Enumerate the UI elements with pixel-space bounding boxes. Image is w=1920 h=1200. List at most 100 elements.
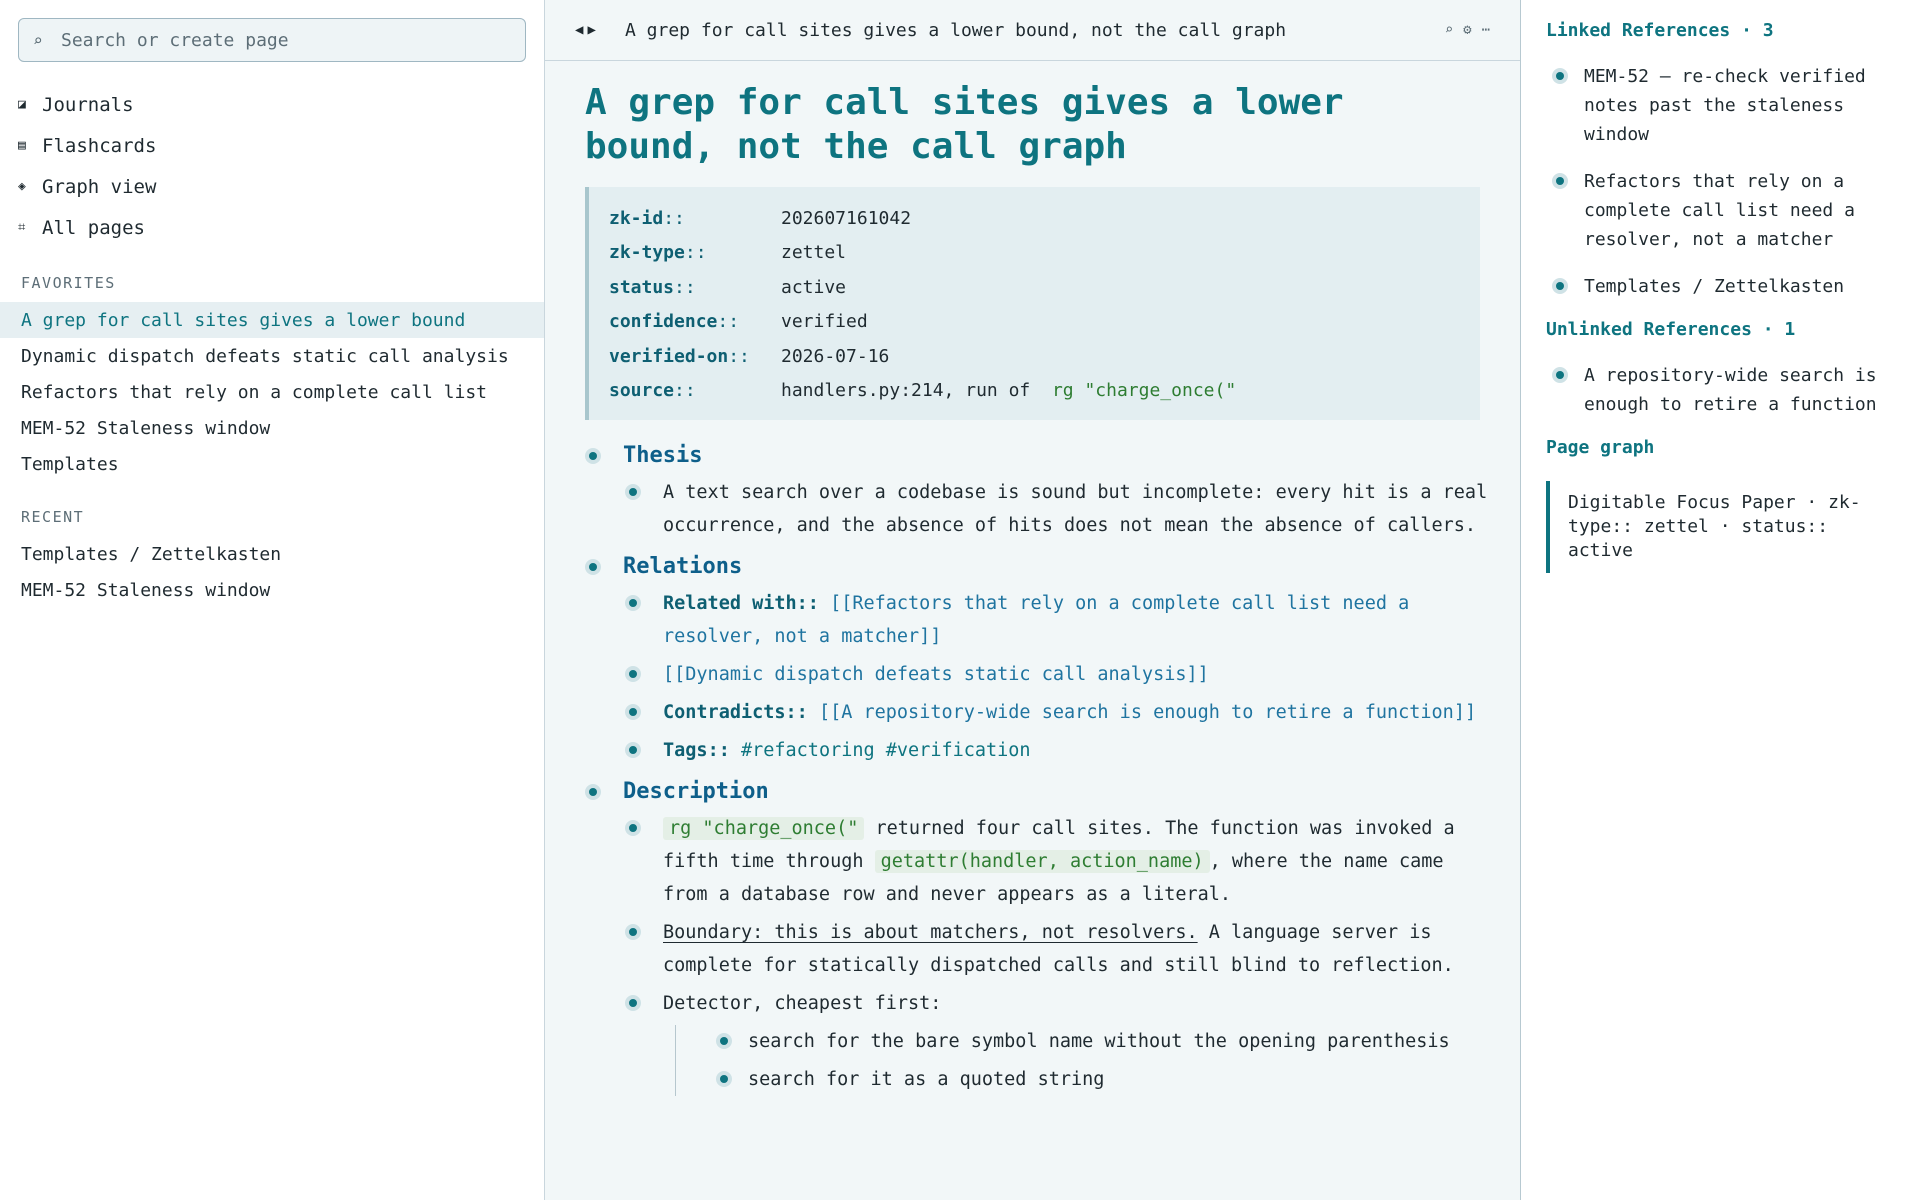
- bullet-icon[interactable]: [716, 1071, 732, 1087]
- property-value: active: [781, 276, 847, 298]
- page-title[interactable]: A grep for call sites gives a lower boun…: [585, 81, 1480, 169]
- sidebar-item-graph-view[interactable]: ◈ Graph view: [0, 166, 544, 207]
- heading-block-thesis[interactable]: Thesis: [585, 436, 1490, 476]
- bullet-icon[interactable]: [1552, 367, 1568, 383]
- recent-item[interactable]: MEM-52 Staleness window: [0, 572, 544, 608]
- bullet-icon[interactable]: [585, 784, 601, 800]
- heading-block-relations[interactable]: Relations: [585, 547, 1490, 587]
- bullet-icon[interactable]: [585, 559, 601, 575]
- property-key: Contradicts::: [663, 702, 808, 723]
- favorite-item[interactable]: Dynamic dispatch defeats static call ana…: [0, 338, 544, 374]
- tag-links[interactable]: #refactoring #verification: [741, 740, 1031, 761]
- sidebar-item-label: Graph view: [42, 175, 157, 198]
- bullet-icon[interactable]: [625, 924, 641, 940]
- inline-code: getattr(handler, action_name): [874, 850, 1210, 873]
- reference-item[interactable]: MEM-52 — re-check verified notes past th…: [1546, 62, 1884, 149]
- properties-block[interactable]: zk-id:: 202607161042 zk-type:: zettel st…: [585, 187, 1480, 420]
- bullet-icon[interactable]: [625, 742, 641, 758]
- page-graph-text: Digitable Focus Paper · zk-type:: zettel…: [1568, 492, 1861, 561]
- sidebar-item-label: All pages: [42, 216, 145, 239]
- property-value: handlers.py:214, run of rg "charge_once(…: [781, 380, 1237, 402]
- page-link[interactable]: [[Dynamic dispatch defeats static call a…: [663, 664, 1209, 685]
- bullet-icon[interactable]: [625, 995, 641, 1011]
- search-icon[interactable]: ⌕: [1445, 22, 1453, 38]
- list-item[interactable]: Boundary: this is about matchers, not re…: [625, 916, 1490, 982]
- property-value: verified: [781, 311, 868, 333]
- bullet-icon[interactable]: [716, 1033, 732, 1049]
- reference-text: Refactors that rely on a complete call l…: [1584, 171, 1855, 250]
- heading-text: Thesis: [623, 443, 703, 468]
- favorite-item[interactable]: A grep for call sites gives a lower boun…: [0, 302, 544, 338]
- favorite-item[interactable]: MEM-52 Staleness window: [0, 410, 544, 446]
- property-row: zk-id:: 202607161042: [609, 201, 1480, 236]
- settings-gear-icon[interactable]: ⚙: [1463, 22, 1471, 38]
- bullet-icon[interactable]: [1552, 173, 1568, 189]
- reference-item[interactable]: Templates / Zettelkasten: [1546, 272, 1884, 301]
- sidebar-item-flashcards[interactable]: ▤ Flashcards: [0, 125, 544, 166]
- unlinked-references-heading[interactable]: Unlinked References · 1: [1546, 319, 1920, 343]
- recent-list: Templates / Zettelkasten MEM-52 Stalenes…: [0, 536, 544, 608]
- journal-icon: ◪: [18, 97, 26, 112]
- list-item[interactable]: search for the bare symbol name without …: [676, 1025, 1490, 1058]
- bullet-icon[interactable]: [625, 820, 641, 836]
- bullet-icon[interactable]: [625, 704, 641, 720]
- block-text: Detector, cheapest first:: [663, 993, 942, 1014]
- heading-block-description[interactable]: Description: [585, 772, 1490, 812]
- right-sidebar: Linked References · 3 MEM-52 — re-check …: [1521, 0, 1920, 1200]
- block-text: A text search over a codebase is sound b…: [663, 482, 1488, 536]
- property-key: status::: [609, 276, 696, 298]
- bullet-icon[interactable]: [625, 595, 641, 611]
- linked-references-heading[interactable]: Linked References · 3: [1546, 20, 1920, 44]
- list-item[interactable]: search for it as a quoted string: [676, 1063, 1490, 1096]
- flashcards-icon: ▤: [18, 138, 26, 153]
- page-link[interactable]: [[A repository-wide search is enough to …: [819, 702, 1476, 723]
- inline-code: rg "charge_once(": [663, 817, 865, 840]
- list-item[interactable]: rg "charge_once(" returned four call sit…: [625, 812, 1490, 911]
- property-row: status:: active: [609, 270, 1480, 305]
- list-item[interactable]: Related with:: [[Refactors that rely on …: [625, 587, 1490, 653]
- heading-text: Description: [623, 779, 769, 804]
- sidebar-item-journals[interactable]: ◪ Journals: [0, 84, 544, 125]
- favorites-list: A grep for call sites gives a lower boun…: [0, 302, 544, 482]
- page-graph-card[interactable]: Digitable Focus Paper · zk-type:: zettel…: [1546, 481, 1868, 573]
- back-arrow-icon[interactable]: ◀: [575, 22, 587, 38]
- top-bar: ◀▶ A grep for call sites gives a lower b…: [545, 0, 1520, 61]
- property-row: verified-on:: 2026-07-16: [609, 339, 1480, 374]
- recent-label: RECENT: [21, 508, 85, 526]
- more-options-icon[interactable]: ⋯: [1482, 22, 1490, 38]
- block-outline: Thesis A text search over a codebase is …: [585, 436, 1490, 1096]
- property-row: zk-type:: zettel: [609, 236, 1480, 271]
- sidebar-nav: ◪ Journals ▤ Flashcards ◈ Graph view ⌗ A…: [0, 84, 544, 248]
- bullet-icon[interactable]: [625, 484, 641, 500]
- bullet-icon[interactable]: [1552, 68, 1568, 84]
- recent-item[interactable]: Templates / Zettelkasten: [0, 536, 544, 572]
- property-key: Tags::: [663, 740, 730, 761]
- search-box[interactable]: ⌕: [18, 18, 526, 62]
- sidebar-item-label: Flashcards: [42, 134, 157, 157]
- search-icon: ⌕: [33, 30, 43, 50]
- favorite-item[interactable]: Refactors that rely on a complete call l…: [0, 374, 544, 410]
- page-graph-heading[interactable]: Page graph: [1546, 437, 1920, 461]
- favorites-label: FAVORITES: [21, 274, 116, 292]
- property-value: 2026-07-16: [781, 345, 890, 367]
- property-key: zk-type::: [609, 242, 707, 264]
- list-item[interactable]: Tags:: #refactoring #verification: [625, 734, 1490, 767]
- reference-item[interactable]: A repository-wide search is enough to re…: [1546, 361, 1884, 419]
- bullet-icon[interactable]: [585, 448, 601, 464]
- history-nav: ◀▶: [575, 22, 625, 38]
- bullet-icon[interactable]: [625, 666, 641, 682]
- main-content: ◀▶ A grep for call sites gives a lower b…: [545, 0, 1521, 1200]
- bullet-icon[interactable]: [1552, 278, 1568, 294]
- list-item[interactable]: [[Dynamic dispatch defeats static call a…: [625, 658, 1490, 691]
- search-input[interactable]: [59, 28, 503, 52]
- favorite-item[interactable]: Templates: [0, 446, 544, 482]
- reference-item[interactable]: Refactors that rely on a complete call l…: [1546, 167, 1884, 254]
- forward-arrow-icon[interactable]: ▶: [587, 22, 599, 38]
- list-item[interactable]: Contradicts:: [[A repository-wide search…: [625, 696, 1490, 729]
- list-item[interactable]: Detector, cheapest first:: [625, 987, 1490, 1020]
- list-item[interactable]: A text search over a codebase is sound b…: [625, 476, 1490, 542]
- heading-text: Relations: [623, 554, 743, 579]
- property-key: Related with::: [663, 593, 819, 614]
- sidebar-item-all-pages[interactable]: ⌗ All pages: [0, 207, 544, 248]
- topbar-page-title: A grep for call sites gives a lower boun…: [625, 19, 1287, 41]
